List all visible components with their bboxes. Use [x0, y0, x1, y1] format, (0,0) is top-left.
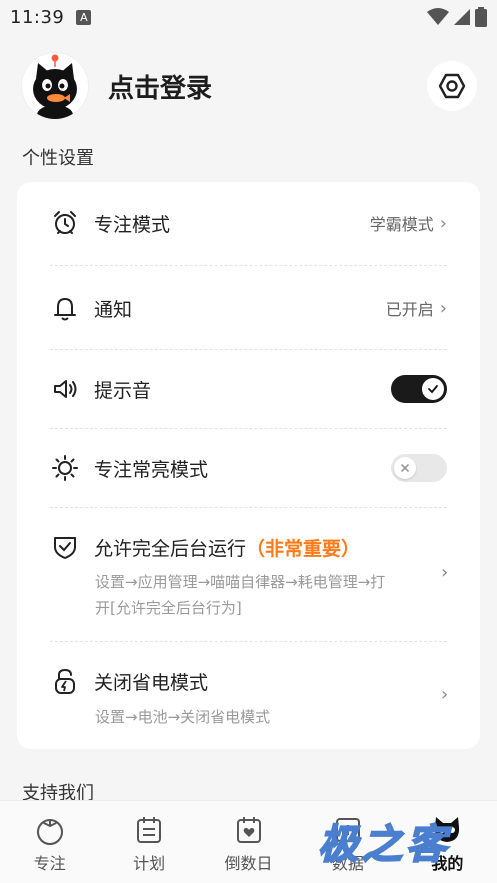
chevron-right-icon[interactable]: ›: [441, 562, 448, 583]
chevron-right-icon: ›: [439, 212, 447, 234]
notification-a-icon: A: [76, 9, 92, 25]
calendar-heart-icon: [236, 817, 261, 843]
nav-label: 计划: [133, 854, 166, 873]
background-run-label-text: 允许完全后台运行: [94, 537, 247, 560]
cellular-icon: [454, 9, 470, 25]
notification-label: 通知: [94, 298, 133, 321]
watermark-logo: 极之客: [317, 821, 450, 869]
divider: [50, 428, 447, 429]
settings-hexagon-icon: [438, 73, 466, 99]
nav-item-countdown[interactable]: 倒数日: [199, 801, 298, 883]
divider: [50, 349, 447, 350]
shield-check-icon: [50, 532, 80, 562]
status-bar: 11:39 A: [0, 0, 497, 34]
focus-mode-row[interactable]: 专注模式 学霸模式 ›: [50, 208, 447, 238]
divider: [50, 507, 447, 508]
battery-saver-row[interactable]: 关闭省电模式: [50, 666, 447, 696]
calendar-list-icon: [137, 817, 162, 843]
section-title-personal: 个性设置: [22, 148, 94, 169]
status-time: 11:39: [10, 6, 65, 28]
notification-row[interactable]: 通知 已开启 ›: [50, 293, 447, 323]
important-tag: （非常重要）: [246, 537, 361, 560]
screen-on-row: 专注常亮模式: [50, 453, 447, 483]
speaker-icon: [50, 374, 80, 404]
battery-saver-hint: 设置→电池→关闭省电模式: [95, 708, 271, 726]
divider: [50, 265, 447, 266]
battery-icon: [475, 7, 487, 27]
nav-label: 专注: [33, 854, 66, 873]
nav-item-plan[interactable]: 计划: [99, 801, 198, 883]
wifi-icon: [427, 8, 449, 25]
screen-on-toggle[interactable]: [391, 454, 447, 482]
focus-mode-value: 学霸模式 ›: [370, 211, 447, 235]
background-run-row[interactable]: 允许完全后台运行（非常重要）: [50, 532, 447, 562]
sound-row: 提示音: [50, 374, 447, 404]
tomato-icon: [36, 819, 63, 845]
focus-mode-value-text: 学霸模式: [369, 215, 434, 234]
settings-card: 专注模式 学霸模式 › 通知 已开启 › 提示音 专注常亮模式 允许完全后台运行…: [17, 182, 480, 749]
check-icon: [422, 378, 444, 400]
lock-bolt-icon: [50, 666, 80, 696]
chevron-right-icon[interactable]: ›: [441, 684, 448, 705]
background-run-label: 允许完全后台运行（非常重要）: [94, 534, 360, 561]
avatar[interactable]: [22, 53, 88, 119]
chevron-right-icon: ›: [439, 297, 447, 319]
login-label[interactable]: 点击登录: [108, 68, 212, 105]
screen-on-label: 专注常亮模式: [94, 458, 209, 481]
focus-mode-label: 专注模式: [94, 213, 171, 236]
sound-toggle[interactable]: [391, 375, 447, 403]
bell-icon: [50, 293, 80, 323]
alarm-clock-icon: [50, 208, 80, 238]
nav-item-focus[interactable]: 专注: [0, 801, 99, 883]
background-run-hint: 设置→应用管理→喵喵自律器→耗电管理→打开[允许完全后台行为]: [95, 573, 386, 617]
cat-avatar-icon: [22, 53, 88, 119]
profile-header: 点击登录: [22, 53, 477, 119]
settings-button[interactable]: [427, 61, 477, 111]
divider: [50, 641, 447, 642]
nav-label: 倒数日: [224, 854, 273, 873]
sound-label: 提示音: [94, 379, 152, 402]
battery-saver-label: 关闭省电模式: [94, 671, 209, 694]
sun-icon: [50, 453, 80, 483]
notification-value-text: 已开启: [385, 300, 434, 319]
x-icon: [394, 457, 416, 479]
notification-value: 已开启 ›: [386, 296, 447, 320]
